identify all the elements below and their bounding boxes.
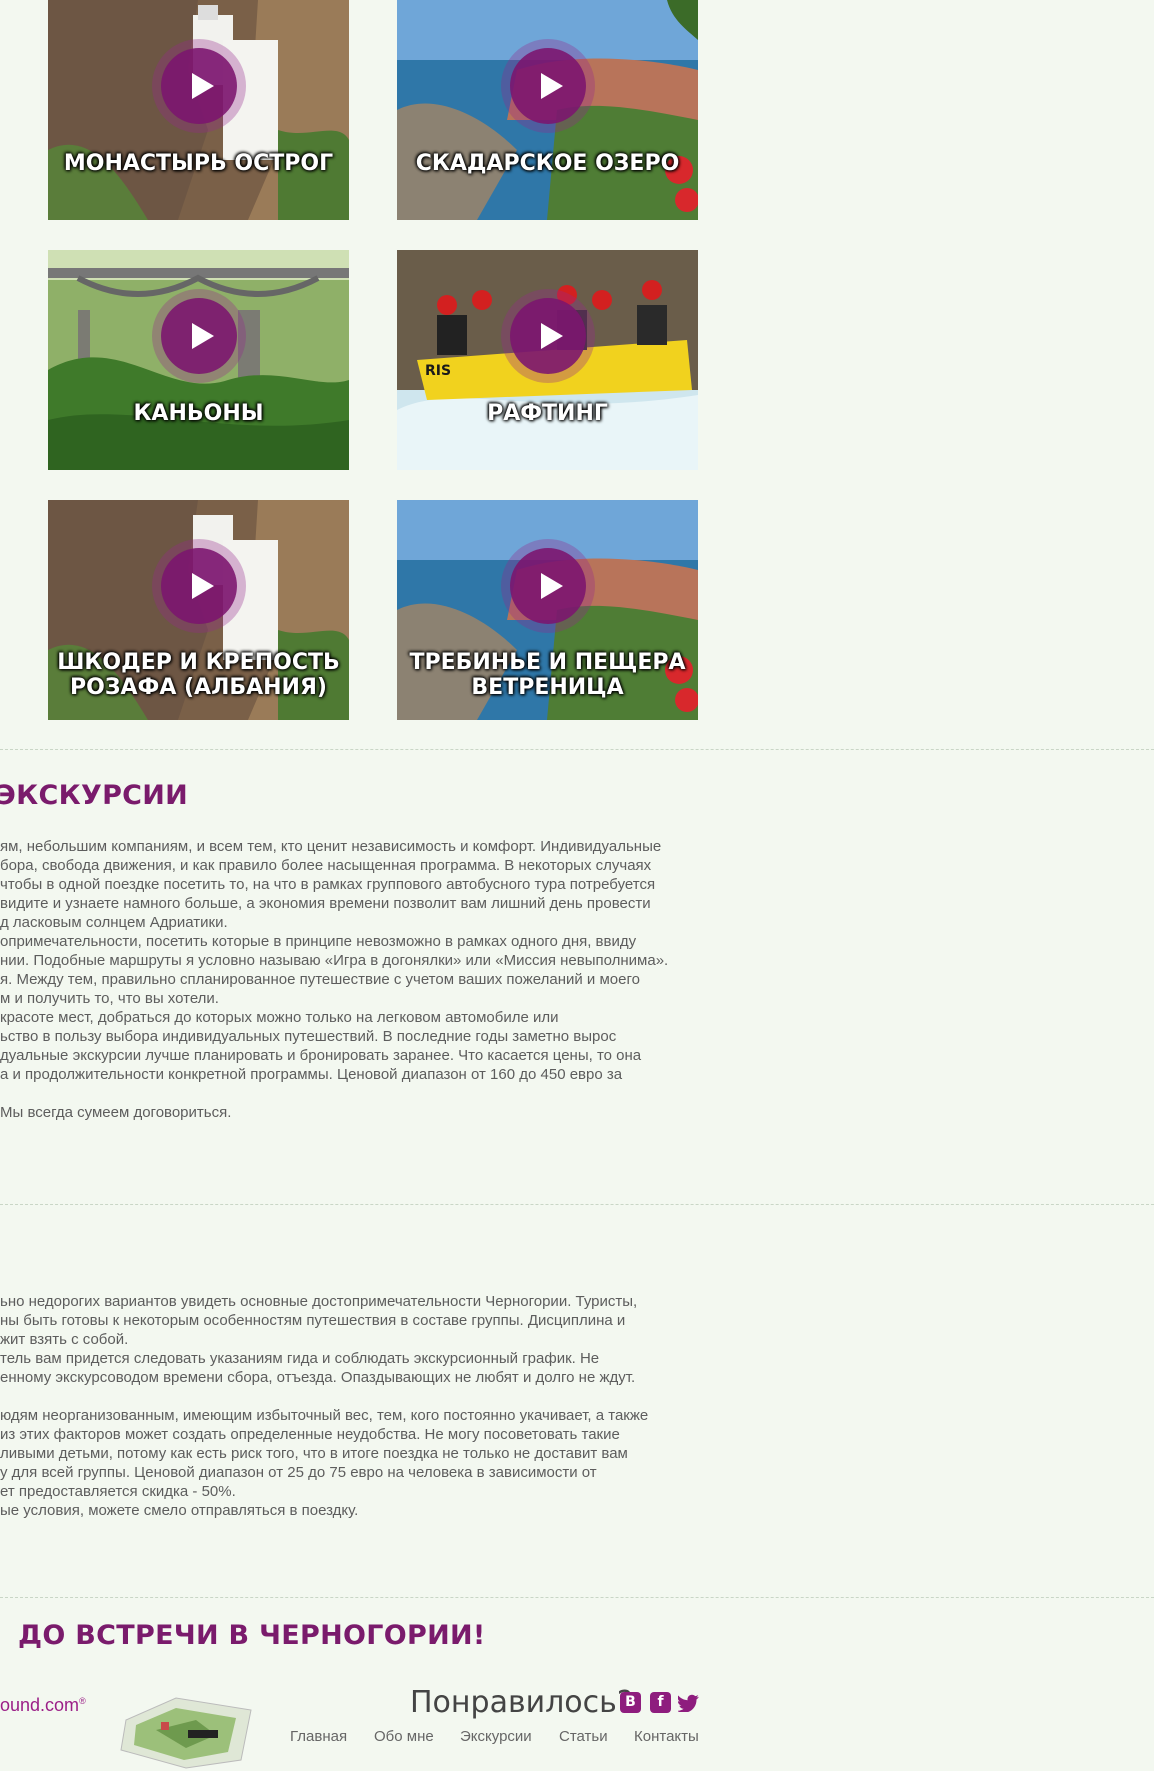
map-image: [120, 1697, 252, 1769]
tile-title: ШКОДЕР И КРЕПОСТЬ РОЗАФА (АЛБАНИЯ): [57, 650, 340, 700]
play-icon[interactable]: [509, 48, 586, 124]
group-text: ьно недорогих вариантов увидеть основные…: [0, 1293, 649, 1519]
vk-icon[interactable]: В: [620, 1692, 641, 1713]
play-icon[interactable]: [160, 548, 237, 624]
tile-title: КАНЬОНЫ: [133, 401, 264, 426]
liked-prompt: Понравилось?: [410, 1685, 633, 1720]
play-icon[interactable]: [509, 548, 586, 624]
section-divider: [0, 1204, 1154, 1205]
tour-tile-skadar[interactable]: СКАДАРСКОЕ ОЗЕРО: [397, 0, 698, 220]
play-icon[interactable]: [509, 298, 586, 374]
play-icon[interactable]: [160, 298, 237, 374]
tour-tile-canyons[interactable]: КАНЬОНЫ: [48, 250, 349, 470]
footer-nav-home[interactable]: Главная: [290, 1728, 347, 1745]
section-divider: [0, 749, 1154, 750]
tile-title: МОНАСТЫРЬ ОСТРОГ: [63, 151, 334, 176]
footer-nav-articles[interactable]: Статьи: [559, 1728, 608, 1745]
section-heading-individual: ЭКСКУРСИИ: [0, 780, 189, 811]
footer-nav-about[interactable]: Обо мне: [374, 1728, 434, 1745]
tour-tile-ostrog[interactable]: МОНАСТЫРЬ ОСТРОГ: [48, 0, 349, 220]
tour-tile-trebinje[interactable]: ТРЕБИНЬЕ И ПЕЩЕРА ВЕТРЕНИЦА: [397, 500, 698, 720]
farewell-heading: ДО ВСТРЕЧИ В ЧЕРНОГОРИИ!: [18, 1620, 486, 1651]
site-logo[interactable]: ound.com®: [0, 1695, 86, 1716]
raft-logo-text: RIS: [425, 363, 451, 379]
tile-title: ТРЕБИНЬЕ И ПЕЩЕРА ВЕТРЕНИЦА: [409, 650, 686, 700]
tour-tile-rafting[interactable]: RIS РАФТИНГ: [397, 250, 698, 470]
facebook-icon[interactable]: f: [650, 1692, 671, 1713]
individual-text: ям, небольшим компаниям, и всем тем, кто…: [0, 838, 669, 1121]
play-icon[interactable]: [160, 48, 237, 124]
twitter-icon[interactable]: [678, 1694, 700, 1712]
tour-tile-shkoder[interactable]: ШКОДЕР И КРЕПОСТЬ РОЗАФА (АЛБАНИЯ): [48, 500, 349, 720]
tile-title: РАФТИНГ: [487, 401, 608, 426]
footer-nav-contacts[interactable]: Контакты: [634, 1728, 699, 1745]
tile-title: СКАДАРСКОЕ ОЗЕРО: [415, 151, 680, 176]
footer-nav-tours[interactable]: Экскурсии: [460, 1728, 532, 1745]
section-divider: [0, 1597, 1154, 1598]
